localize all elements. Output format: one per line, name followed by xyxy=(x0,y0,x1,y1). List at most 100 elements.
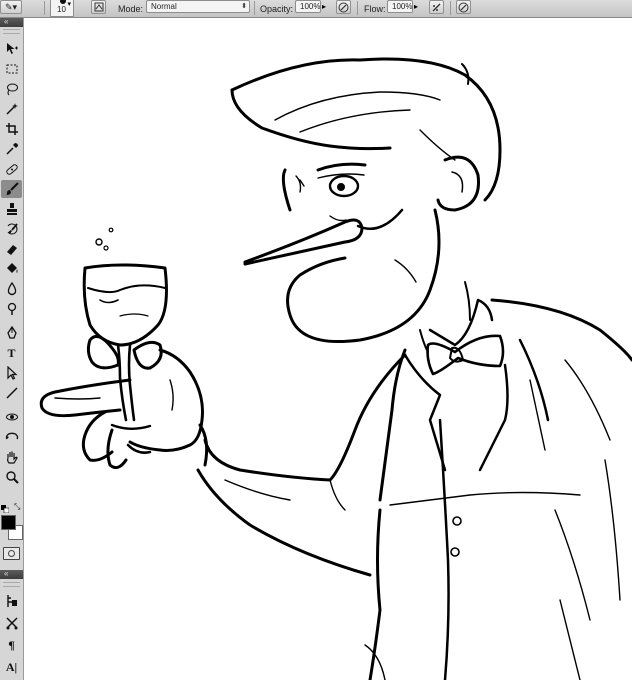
lasso-icon xyxy=(6,83,18,96)
type-tool[interactable]: T xyxy=(1,344,22,362)
line-icon xyxy=(5,387,18,399)
opacity-input[interactable]: 100% xyxy=(295,0,321,13)
document-canvas[interactable] xyxy=(24,18,632,680)
magic-wand-icon xyxy=(5,103,18,115)
cartoon-artwork xyxy=(39,57,632,680)
stamp-icon xyxy=(6,203,17,215)
brush-tool[interactable] xyxy=(1,180,22,198)
collar xyxy=(419,281,505,376)
tools-panel: « T ⤡ « ¶ A| xyxy=(0,17,24,680)
hair xyxy=(230,57,502,202)
history-brush-icon xyxy=(7,223,18,235)
quick-mask-button[interactable] xyxy=(3,547,20,560)
mode-select-value: Normal xyxy=(151,2,177,11)
foreground-color-swatch[interactable] xyxy=(1,515,16,530)
clone-stamp-tool[interactable] xyxy=(1,200,22,218)
tool-presets-icon xyxy=(6,595,17,607)
rectangular-marquee-icon xyxy=(6,64,17,74)
paragraph-panel-button[interactable]: ¶ xyxy=(1,636,22,654)
crop-tool[interactable] xyxy=(1,120,22,138)
collapse-icon: « xyxy=(4,569,9,578)
paint-bucket-icon xyxy=(6,263,17,273)
marquee-tool[interactable] xyxy=(1,60,22,78)
dodge-tool[interactable] xyxy=(1,300,22,318)
type-icon: T xyxy=(7,345,16,360)
fingers xyxy=(86,334,163,370)
opacity-slider-toggle-icon[interactable]: ▸ xyxy=(322,2,326,11)
default-colors-icon[interactable] xyxy=(1,505,9,513)
flow-value: 100% xyxy=(392,2,413,11)
3d-orbit-tool[interactable] xyxy=(1,428,22,446)
flow-label: Flow: xyxy=(364,4,386,14)
tablet-pressure-icon xyxy=(338,2,349,12)
zoom-tool[interactable] xyxy=(1,468,22,486)
scissors-icon xyxy=(5,617,18,630)
options-bar: ✎▾ 10 ▾ Mode: Normal ⬍ Opacity: 100% ▸ F… xyxy=(0,0,632,18)
paragraph-icon: ¶ xyxy=(8,637,15,652)
pen-tool[interactable] xyxy=(1,324,22,342)
healing-brush-tool[interactable] xyxy=(1,160,22,178)
move-tool[interactable] xyxy=(1,40,22,58)
tool-presets-panel-button[interactable] xyxy=(1,592,22,610)
toggle-brush-panel-button[interactable] xyxy=(91,0,106,14)
line-tool[interactable] xyxy=(1,384,22,402)
pressure-size-button[interactable] xyxy=(456,0,471,14)
brush-preset-picker[interactable]: 10 ▾ xyxy=(50,0,74,17)
history-brush-tool[interactable] xyxy=(1,220,22,238)
clone-source-panel-button[interactable] xyxy=(1,614,22,632)
separator xyxy=(254,1,255,15)
separator xyxy=(357,1,358,15)
character-panel-button[interactable]: A| xyxy=(1,658,22,676)
water-drop-icon xyxy=(7,282,16,296)
hand-icon xyxy=(6,451,18,464)
tablet-pressure-size-icon xyxy=(458,2,469,12)
lasso-tool[interactable] xyxy=(1,80,22,98)
blur-tool[interactable] xyxy=(1,280,22,298)
pressure-opacity-button[interactable] xyxy=(336,0,351,14)
paint-bucket-tool[interactable] xyxy=(1,260,22,278)
separator xyxy=(450,1,451,15)
dodge-icon xyxy=(7,302,16,315)
eyedropper-tool[interactable] xyxy=(1,140,22,158)
brush-icon: ✎▾ xyxy=(4,1,18,12)
opacity-value: 100% xyxy=(300,2,321,11)
opacity-label: Opacity: xyxy=(260,4,294,14)
arrow-pointer-icon xyxy=(6,366,18,380)
panel-grip[interactable] xyxy=(3,29,20,34)
3d-rotate-icon xyxy=(5,413,18,421)
face xyxy=(243,162,441,344)
character-icon: A| xyxy=(5,659,18,674)
3d-rotate-tool[interactable] xyxy=(1,408,22,426)
separator xyxy=(44,1,45,15)
mode-select[interactable]: Normal ⬍ xyxy=(146,0,250,13)
airbrush-icon xyxy=(432,3,441,11)
magic-wand-tool[interactable] xyxy=(1,100,22,118)
panel-grip[interactable] xyxy=(3,582,20,587)
tools-panel-header[interactable]: « xyxy=(0,17,23,27)
eraser-tool[interactable] xyxy=(1,240,22,258)
tool-preset-picker[interactable]: ✎▾ xyxy=(0,0,22,14)
secondary-panel-header[interactable]: « xyxy=(0,569,23,579)
pen-nib-icon xyxy=(6,326,17,339)
arm xyxy=(196,353,407,577)
3d-orbit-icon xyxy=(5,432,18,440)
select-arrows-icon: ⬍ xyxy=(241,3,247,10)
brush-panel-icon xyxy=(94,2,103,12)
crop-icon xyxy=(5,123,18,135)
hand-tool[interactable] xyxy=(1,448,22,466)
eyedropper-icon xyxy=(5,143,18,155)
eraser-icon xyxy=(6,245,17,255)
airbrush-button[interactable] xyxy=(429,0,444,14)
flow-slider-toggle-icon[interactable]: ▸ xyxy=(414,2,418,11)
ear xyxy=(436,155,481,212)
path-selection-tool[interactable] xyxy=(1,364,22,382)
swap-colors-icon[interactable]: ⤡ xyxy=(14,502,20,512)
magnifier-icon xyxy=(5,471,19,484)
mode-label: Mode: xyxy=(118,4,144,14)
collapse-icon: « xyxy=(4,17,9,26)
paintbrush-icon xyxy=(5,182,19,195)
brush-size-value: 10 xyxy=(57,5,66,14)
flow-input[interactable]: 100% xyxy=(387,0,413,13)
move-icon xyxy=(6,43,18,54)
chevron-down-icon: ▾ xyxy=(67,1,71,8)
